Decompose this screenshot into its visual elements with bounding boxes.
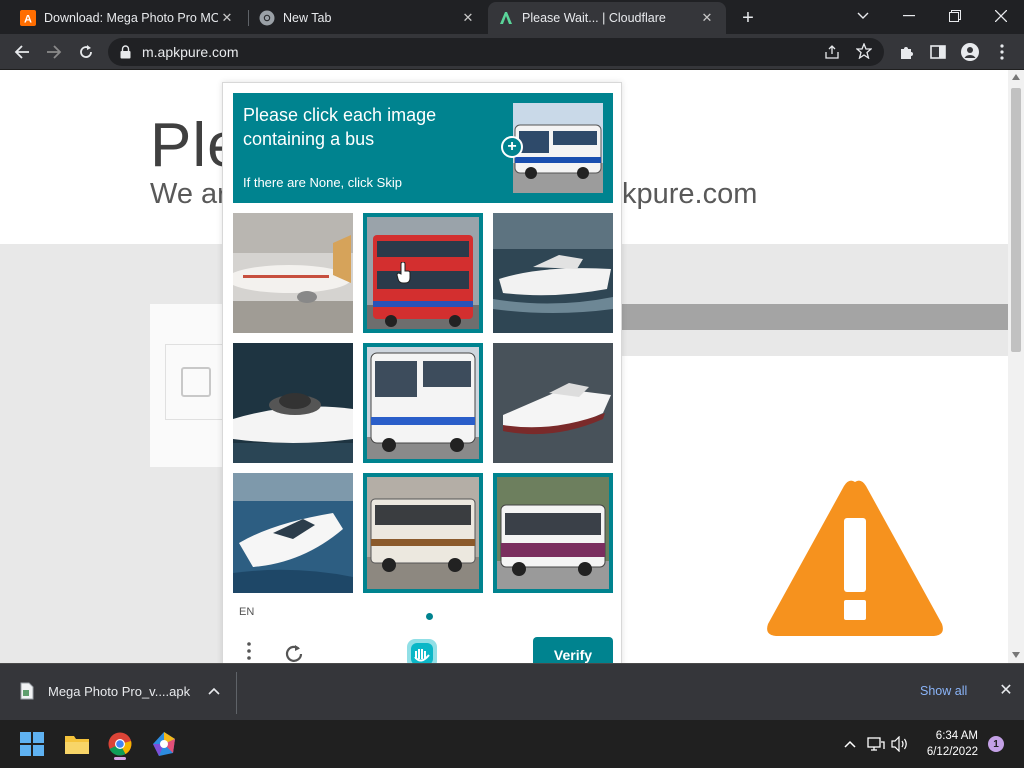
file-explorer-icon[interactable] [61, 728, 93, 760]
close-tab-icon[interactable]: ✕ [459, 9, 477, 27]
clock-time: 6:34 AM [935, 730, 978, 742]
notification-badge[interactable]: 1 [988, 736, 1004, 752]
scrollbar-thumb[interactable] [1011, 88, 1021, 352]
page-scrollbar[interactable] [1008, 70, 1024, 663]
page-subtitle: We ar [150, 178, 227, 210]
reload-button[interactable] [72, 38, 100, 66]
hcaptcha-logo-icon [403, 637, 441, 663]
background-bar [622, 330, 1008, 356]
side-panel-icon[interactable] [924, 38, 952, 66]
profile-avatar-icon[interactable] [956, 38, 984, 66]
background-bar [622, 304, 1008, 330]
url-text: m.apkpure.com [142, 44, 239, 60]
web-page: Ple We ar kpure.com Please click each im… [0, 70, 1008, 663]
captcha-menu-icon[interactable] [241, 641, 257, 661]
challenge-tile-speedboat[interactable] [493, 213, 613, 333]
app-taskbar-icon[interactable] [148, 728, 180, 760]
tab-title: Download: Mega Photo Pro MOD [44, 11, 218, 25]
back-button[interactable] [8, 38, 36, 66]
challenge-tile-bus[interactable] [363, 473, 483, 593]
chrome-icon [259, 10, 275, 26]
active-app-indicator [114, 757, 126, 760]
show-all-downloads-link[interactable]: Show all [920, 684, 967, 698]
tab-new-tab[interactable]: New Tab ✕ [249, 2, 487, 34]
tab-search-icon[interactable] [840, 0, 886, 32]
chevron-up-icon[interactable] [208, 687, 220, 695]
challenge-tile-speedboat[interactable] [493, 343, 613, 463]
chrome-taskbar-icon[interactable] [104, 728, 136, 760]
challenge-prompt: Please click each image containing a bus [243, 105, 437, 149]
download-file-name: Mega Photo Pro_v....apk [48, 683, 191, 699]
page-subtitle-domain: kpure.com [622, 178, 758, 210]
download-separator [236, 672, 237, 714]
restore-button[interactable] [932, 0, 978, 32]
download-item[interactable]: Mega Photo Pro_v....apk [20, 682, 220, 700]
download-bar: Mega Photo Pro_v....apk Show all ✕ [0, 663, 1024, 720]
cloudflare-icon [498, 10, 514, 26]
bookmark-star-icon[interactable] [855, 42, 873, 64]
human-verification-checkbox[interactable] [181, 367, 211, 397]
challenge-tile-double-decker-bus[interactable] [363, 213, 483, 333]
share-icon[interactable] [824, 44, 840, 65]
mouse-cursor [396, 261, 412, 289]
address-bar[interactable]: m.apkpure.com [108, 38, 884, 66]
volume-icon[interactable] [884, 728, 916, 760]
warning-icon [764, 478, 946, 643]
clock-date: 6/12/2022 [926, 746, 978, 758]
challenge-tile-bus[interactable] [363, 343, 483, 463]
windows-taskbar: 6:34 AM 6/12/2022 1 [0, 720, 1024, 768]
challenge-tile-speedboat[interactable] [233, 343, 353, 463]
more-menu-icon[interactable] [988, 38, 1016, 66]
close-download-bar-icon[interactable]: ✕ [996, 680, 1016, 700]
tab-strip: A Download: Mega Photo Pro MOD ✕ New Tab… [0, 0, 1024, 34]
new-tab-button[interactable]: + [736, 6, 760, 30]
apkpure-icon: A [20, 10, 36, 26]
file-icon [20, 682, 34, 700]
close-tab-icon[interactable]: ✕ [218, 9, 236, 27]
close-tab-icon[interactable]: ✕ [698, 9, 716, 27]
scroll-down-icon[interactable] [1012, 652, 1020, 658]
challenge-header: Please click each image containing a bus… [233, 93, 613, 203]
expand-sample-icon[interactable]: + [501, 136, 523, 158]
tab-download-mega-photo[interactable]: A Download: Mega Photo Pro MOD ✕ [10, 2, 246, 34]
tab-title: Please Wait... | Cloudflare [522, 11, 666, 25]
tab-cloudflare[interactable]: Please Wait... | Cloudflare ✕ [488, 2, 726, 34]
scroll-up-icon[interactable] [1012, 74, 1020, 80]
verify-button[interactable]: Verify [533, 637, 613, 663]
tab-title: New Tab [283, 11, 332, 25]
close-window-button[interactable] [978, 0, 1024, 32]
challenge-tile-airplane[interactable] [233, 213, 353, 333]
sample-bus-image [513, 103, 603, 193]
refresh-challenge-icon[interactable] [281, 641, 307, 663]
svg-text:A: A [24, 14, 32, 26]
hcaptcha-challenge: Please click each image containing a bus… [222, 82, 622, 663]
page-indicator-dot [426, 613, 433, 620]
minimize-button[interactable] [886, 0, 932, 32]
language-selector[interactable]: EN [239, 606, 254, 618]
lock-icon [120, 45, 131, 64]
forward-button[interactable] [40, 38, 68, 66]
extensions-puzzle-icon[interactable] [892, 38, 920, 66]
system-clock[interactable]: 6:34 AM 6/12/2022 [916, 728, 978, 760]
challenge-tile-speedboat[interactable] [233, 473, 353, 593]
skip-hint: If there are None, click Skip [243, 175, 402, 190]
browser-toolbar: m.apkpure.com [0, 34, 1024, 70]
challenge-tile-bus[interactable] [493, 473, 613, 593]
start-menu-icon[interactable] [16, 728, 48, 760]
